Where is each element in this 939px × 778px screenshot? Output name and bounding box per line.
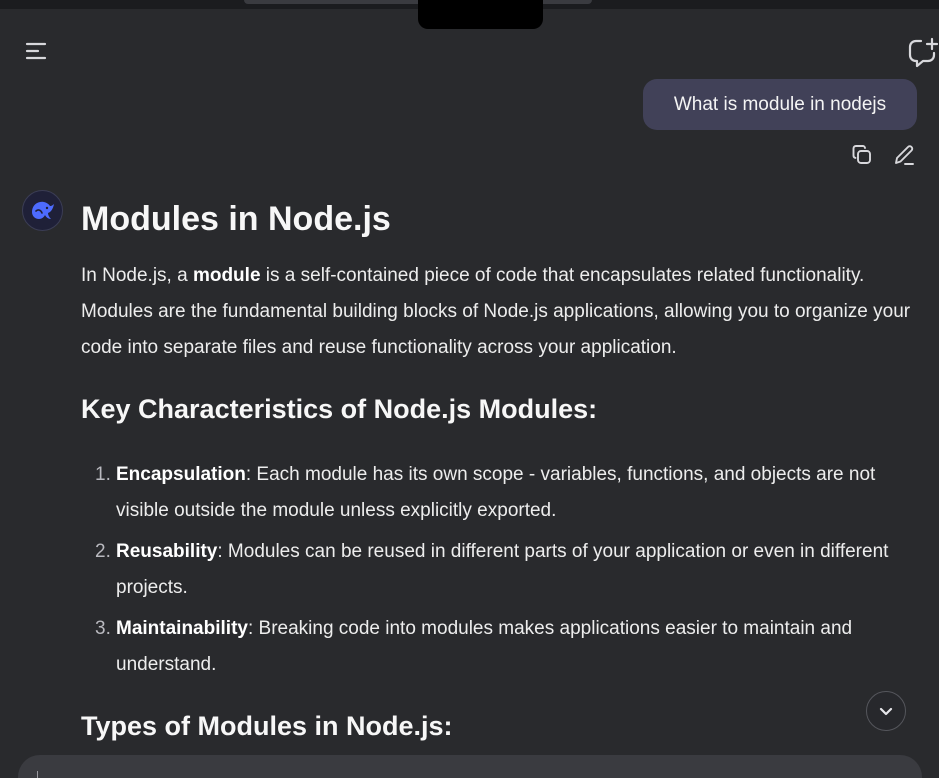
scroll-to-bottom-button[interactable] (866, 691, 906, 731)
intro-bold-term: module (192, 265, 261, 286)
list-item: 2. Reusability: Modules can be reused in … (95, 541, 889, 598)
intro-paragraph: In Node.js, a module is a self-contained… (81, 265, 911, 358)
new-chat-button[interactable] (904, 32, 939, 72)
characteristics-list: 1. Encapsulation: Each module has its own… (81, 457, 926, 683)
assistant-avatar (22, 190, 63, 231)
copy-icon (852, 145, 871, 164)
copy-message-button[interactable] (848, 142, 876, 168)
assistant-answer: Modules in Node.js In Node.js, a module … (81, 192, 926, 746)
chevron-down-icon (879, 707, 893, 716)
chat-page: What is module in nodejs Modules in Node… (0, 0, 939, 778)
hamburger-menu-icon (25, 42, 47, 60)
menu-button[interactable] (16, 34, 56, 68)
section-heading-characteristics: Key Characteristics of Node.js Modules: (81, 394, 598, 424)
camera-notch (418, 0, 543, 29)
pencil-edit-icon (895, 145, 914, 165)
edit-message-button[interactable] (890, 142, 918, 168)
new-chat-bubble-icon (908, 37, 939, 68)
whale-logo-icon (31, 201, 54, 219)
message-input-box[interactable] (18, 755, 922, 778)
list-item: 3. Maintainability: Breaking code into mo… (95, 618, 853, 675)
user-message-bubble: What is module in nodejs (643, 79, 917, 130)
input-caret (37, 771, 38, 778)
list-item: 1. Encapsulation: Each module has its own… (95, 464, 876, 521)
section-heading-types: Types of Modules in Node.js: (81, 711, 453, 741)
answer-title: Modules in Node.js (81, 200, 391, 238)
